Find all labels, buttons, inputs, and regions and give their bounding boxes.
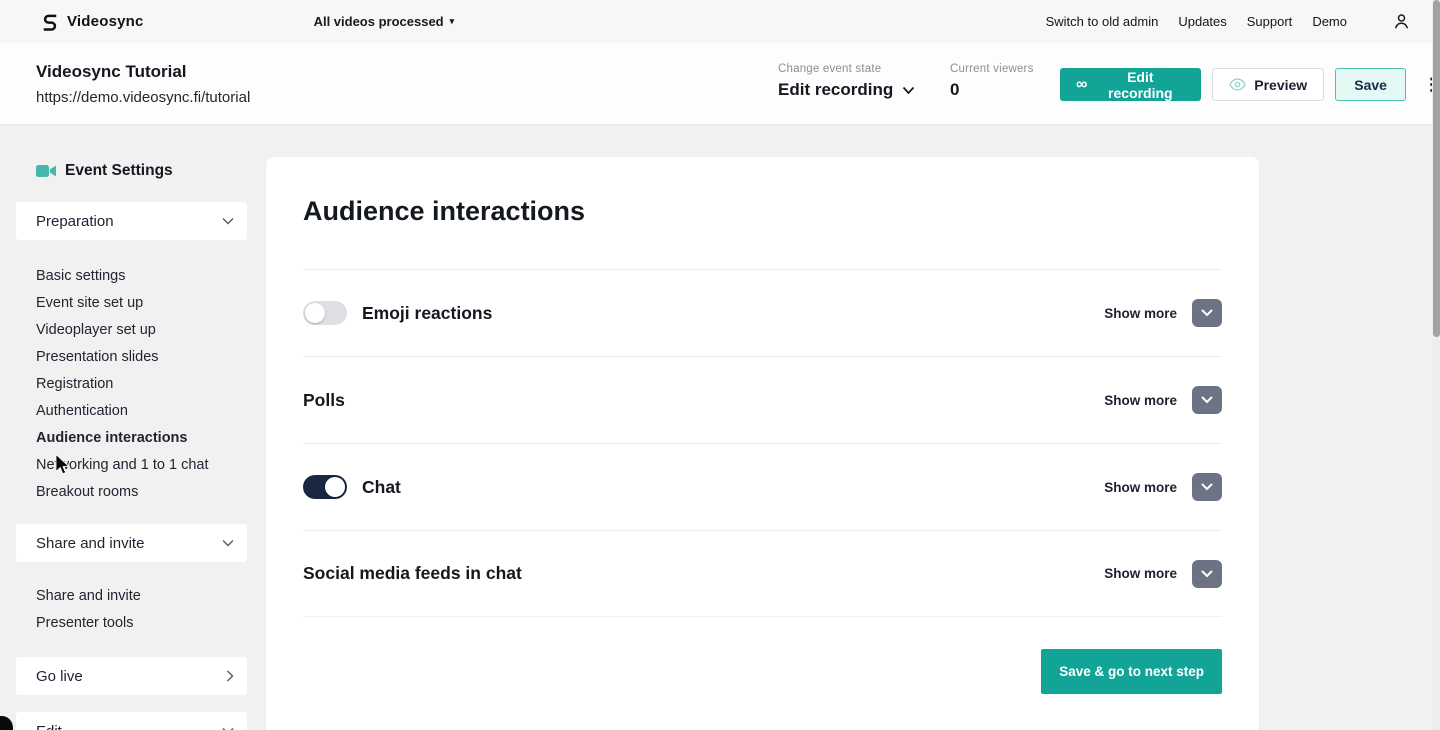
page-title: Audience interactions	[303, 157, 1222, 226]
show-more-link[interactable]: Show more	[1104, 393, 1177, 408]
chevron-down-icon	[1201, 309, 1213, 317]
expand-section-button[interactable]	[1192, 560, 1222, 588]
link-updates[interactable]: Updates	[1178, 14, 1226, 29]
show-more-link[interactable]: Show more	[1104, 480, 1177, 495]
sidebar: Event Settings Preparation Basic setting…	[16, 125, 247, 730]
current-viewers-count: 0	[950, 80, 1034, 100]
sidebar-item-share-and-invite[interactable]: Share and invite	[36, 583, 247, 610]
sidebar-section-preparation[interactable]: Preparation	[16, 202, 247, 240]
brand[interactable]: Videosync	[40, 12, 144, 32]
feature-row-chat: Chat Show more	[303, 443, 1222, 530]
sidebar-title-label: Event Settings	[65, 162, 173, 180]
link-switch-old-admin[interactable]: Switch to old admin	[1046, 14, 1159, 29]
content-area: Event Settings Preparation Basic setting…	[0, 125, 1440, 730]
topbar-links: Switch to old admin Updates Support Demo	[1046, 11, 1412, 32]
current-viewers-block: Current viewers 0	[950, 63, 1034, 100]
event-state-dropdown[interactable]: Edit recording	[778, 80, 915, 100]
toggle-knob	[325, 477, 345, 497]
sidebar-item-basic-settings[interactable]: Basic settings	[36, 263, 247, 290]
header-buttons: ∞ Edit recording Preview Save ⋮	[1060, 68, 1440, 101]
sidebar-item-audience-interactions[interactable]: Audience interactions	[36, 425, 247, 452]
sidebar-item-presentation-slides[interactable]: Presentation slides	[36, 344, 247, 371]
toggle-knob	[305, 303, 325, 323]
expand-section-button[interactable]	[1192, 299, 1222, 327]
preview-button[interactable]: Preview	[1212, 68, 1324, 101]
feature-label: Social media feeds in chat	[303, 563, 522, 584]
processing-status-dropdown[interactable]: All videos processed ▾	[314, 14, 455, 29]
scrollbar-thumb[interactable]	[1433, 0, 1440, 337]
caret-down-icon: ▾	[450, 17, 455, 26]
event-title-block: Videosync Tutorial https://demo.videosyn…	[36, 62, 250, 106]
sidebar-item-registration[interactable]: Registration	[36, 371, 247, 398]
row-actions: Show more	[1104, 386, 1222, 414]
save-button[interactable]: Save	[1335, 68, 1406, 101]
audience-interactions-panel: Audience interactions Emoji reactions Sh…	[266, 157, 1259, 730]
feature-row-emoji-reactions: Emoji reactions Show more	[303, 269, 1222, 356]
videosync-logo-icon	[40, 12, 60, 32]
show-more-link[interactable]: Show more	[1104, 566, 1177, 581]
sidebar-item-videoplayer-set-up[interactable]: Videoplayer set up	[36, 317, 247, 344]
chevron-down-icon	[902, 86, 915, 95]
expand-section-button[interactable]	[1192, 473, 1222, 501]
sidebar-item-networking-1to1-chat[interactable]: Networking and 1 to 1 chat	[36, 452, 247, 479]
event-header: Videosync Tutorial https://demo.videosyn…	[0, 43, 1440, 125]
preview-button-label: Preview	[1254, 77, 1307, 93]
chevron-down-icon	[222, 217, 234, 225]
save-row: Save & go to next step	[303, 649, 1222, 694]
video-camera-icon	[36, 163, 56, 179]
edit-recording-button-label: Edit recording	[1095, 69, 1185, 101]
link-support[interactable]: Support	[1247, 14, 1293, 29]
feature-label: Polls	[303, 390, 345, 411]
feature-row-polls: Polls Show more	[303, 356, 1222, 443]
sidebar-title: Event Settings	[16, 159, 247, 183]
sidebar-item-event-site-set-up[interactable]: Event site set up	[36, 290, 247, 317]
section-label: Share and invite	[36, 535, 144, 552]
link-demo[interactable]: Demo	[1312, 14, 1347, 29]
event-state-value: Edit recording	[778, 80, 893, 100]
sidebar-item-presenter-tools[interactable]: Presenter tools	[36, 610, 247, 637]
processing-status-label: All videos processed	[314, 14, 444, 29]
recording-loop-icon: ∞	[1076, 77, 1087, 93]
chevron-down-icon	[1201, 483, 1213, 491]
current-viewers-label: Current viewers	[950, 63, 1034, 75]
section-label: Preparation	[36, 213, 114, 230]
section-label: Go live	[36, 668, 83, 685]
sidebar-item-authentication[interactable]: Authentication	[36, 398, 247, 425]
row-actions: Show more	[1104, 473, 1222, 501]
row-actions: Show more	[1104, 299, 1222, 327]
section-label: Edit	[36, 723, 62, 730]
chevron-down-icon	[1201, 570, 1213, 578]
expand-section-button[interactable]	[1192, 386, 1222, 414]
event-state-label: Change event state	[778, 63, 915, 75]
sidebar-nav-list: Basic settings Event site set up Videopl…	[16, 263, 247, 506]
eye-icon	[1229, 78, 1246, 91]
scrollbar-track	[1432, 0, 1440, 730]
spacer	[303, 226, 1222, 269]
sidebar-section-share-and-invite[interactable]: Share and invite	[16, 524, 247, 562]
chevron-down-icon	[1201, 396, 1213, 404]
event-title: Videosync Tutorial	[36, 62, 250, 82]
sidebar-item-breakout-rooms[interactable]: Breakout rooms	[36, 479, 247, 506]
chevron-right-icon	[226, 670, 234, 682]
sidebar-section-go-live[interactable]: Go live	[16, 657, 247, 695]
event-url: https://demo.videosync.fi/tutorial	[36, 89, 250, 106]
feature-label: Emoji reactions	[362, 303, 492, 324]
user-profile-icon[interactable]	[1391, 11, 1412, 32]
save-button-label: Save	[1354, 77, 1387, 93]
sidebar-section-edit[interactable]: Edit	[16, 712, 247, 730]
row-actions: Show more	[1104, 560, 1222, 588]
chevron-down-icon	[222, 539, 234, 547]
show-more-link[interactable]: Show more	[1104, 306, 1177, 321]
feature-label: Chat	[362, 477, 401, 498]
corner-artifact	[0, 716, 13, 730]
save-next-step-button[interactable]: Save & go to next step	[1041, 649, 1222, 694]
top-bar: Videosync All videos processed ▾ Switch …	[0, 0, 1440, 43]
brand-name: Videosync	[67, 13, 144, 30]
feature-row-social-media-feeds: Social media feeds in chat Show more	[303, 530, 1222, 617]
sidebar-share-list: Share and invite Presenter tools	[16, 583, 247, 637]
chat-toggle[interactable]	[303, 475, 347, 499]
emoji-reactions-toggle[interactable]	[303, 301, 347, 325]
event-state-block: Change event state Edit recording	[778, 63, 915, 100]
edit-recording-button[interactable]: ∞ Edit recording	[1060, 68, 1201, 101]
